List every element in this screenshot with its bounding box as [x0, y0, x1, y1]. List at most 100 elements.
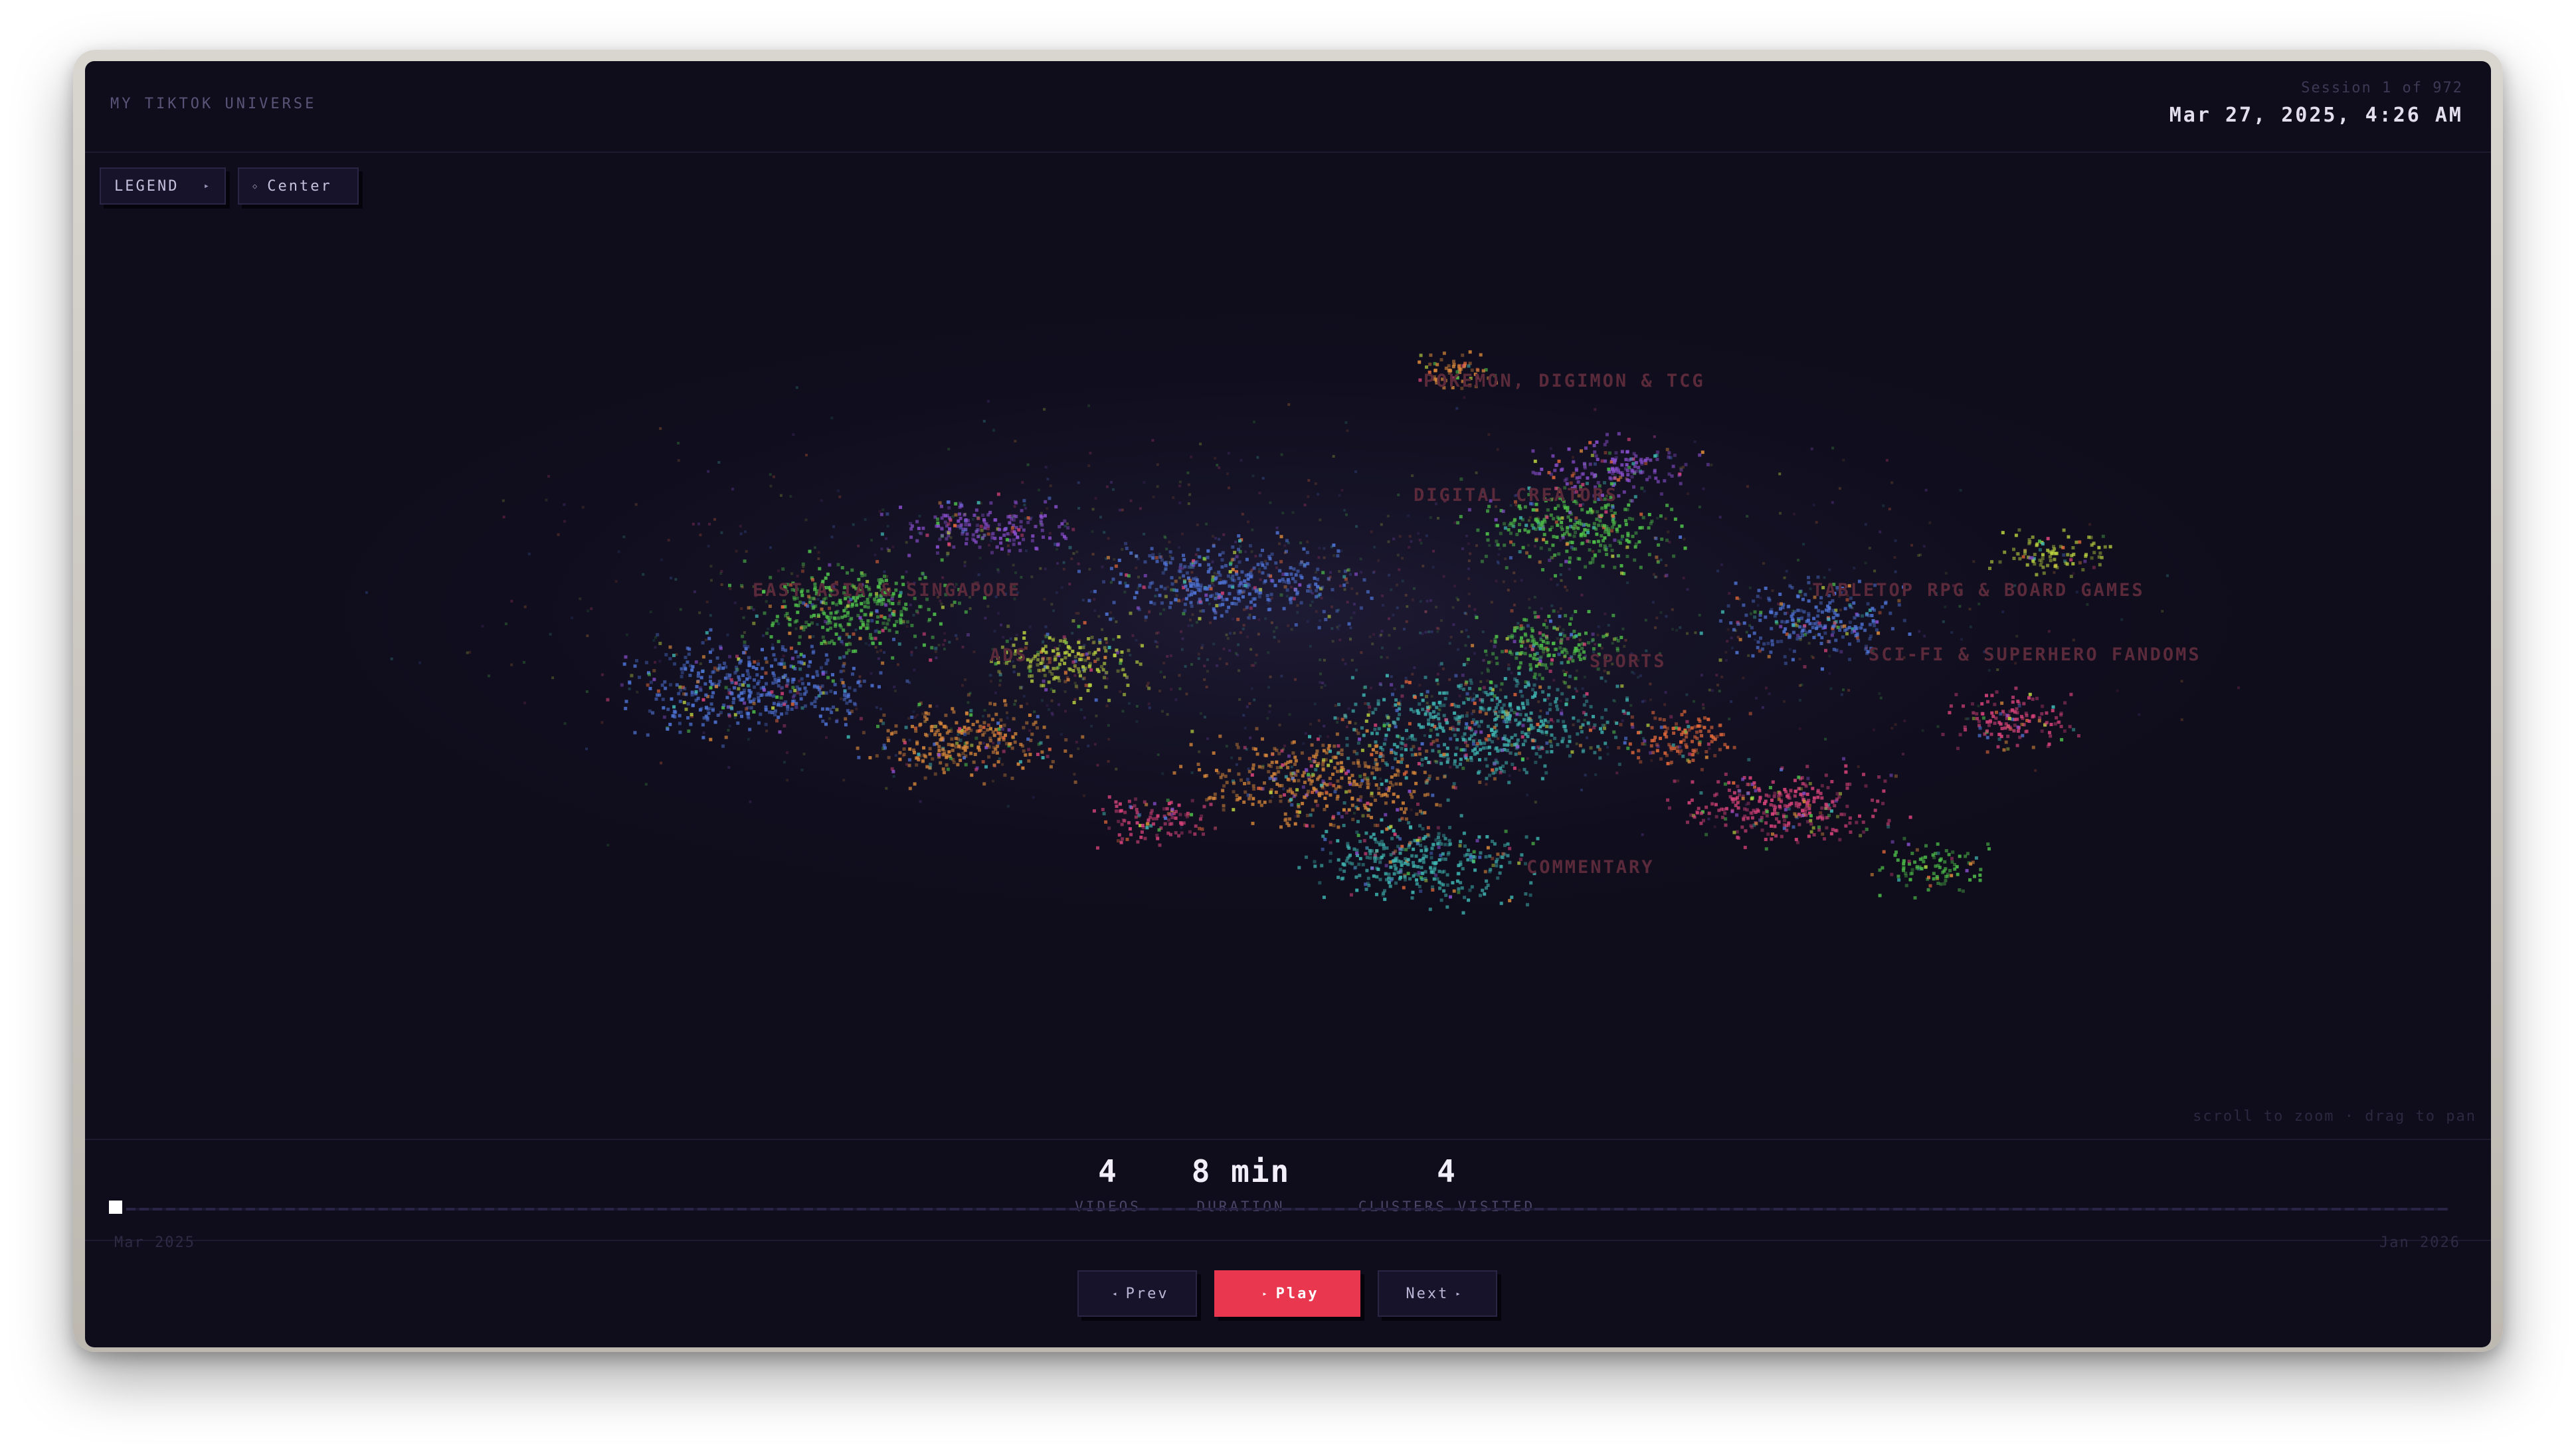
video-dot[interactable] [1585, 700, 1589, 703]
video-dot[interactable] [1378, 878, 1382, 882]
video-dot[interactable] [1551, 543, 1555, 547]
video-dot[interactable] [794, 706, 798, 710]
video-dot[interactable] [1574, 646, 1578, 650]
video-dot[interactable] [1699, 791, 1703, 795]
video-dot[interactable] [974, 736, 978, 740]
video-dot[interactable] [1396, 844, 1400, 848]
video-dot[interactable] [1238, 796, 1242, 800]
video-dot[interactable] [1374, 740, 1378, 744]
video-dot[interactable] [1580, 729, 1584, 733]
video-dot[interactable] [1054, 657, 1058, 661]
video-dot[interactable] [1824, 806, 1828, 810]
video-dot[interactable] [1117, 833, 1121, 837]
video-dot[interactable] [1412, 847, 1416, 851]
video-dot[interactable] [1985, 720, 1989, 724]
video-dot[interactable] [1291, 741, 1295, 745]
video-dot[interactable] [1833, 804, 1837, 808]
video-dot[interactable] [1313, 576, 1317, 580]
video-dot[interactable] [894, 730, 898, 734]
video-dot[interactable] [1473, 702, 1477, 706]
video-dot[interactable] [1017, 672, 1020, 676]
video-dot[interactable] [1000, 727, 1004, 731]
video-dot[interactable] [801, 562, 805, 566]
video-dot[interactable] [1117, 839, 1120, 843]
video-dot[interactable] [2016, 700, 2020, 704]
video-dot[interactable] [1376, 702, 1380, 706]
video-dot[interactable] [2041, 553, 2045, 557]
video-dot[interactable] [951, 743, 955, 747]
video-dot[interactable] [1902, 868, 1905, 872]
video-dot[interactable] [1833, 621, 1837, 625]
video-dot[interactable] [1289, 572, 1293, 576]
video-dot[interactable] [986, 724, 990, 727]
video-dot[interactable] [1714, 815, 1718, 819]
video-dot[interactable] [1459, 477, 1463, 481]
video-dot[interactable] [1390, 751, 1393, 755]
video-dot[interactable] [746, 645, 750, 649]
video-dot[interactable] [1461, 673, 1465, 677]
video-dot[interactable] [1857, 638, 1861, 642]
video-dot[interactable] [1924, 844, 1928, 848]
video-dot[interactable] [1221, 551, 1225, 555]
video-dot[interactable] [1936, 851, 1940, 855]
video-dot[interactable] [1412, 860, 1415, 864]
video-dot[interactable] [1853, 616, 1857, 620]
video-dot[interactable] [2090, 556, 2094, 560]
video-dot[interactable] [684, 667, 688, 671]
video-dot[interactable] [1506, 743, 1510, 747]
video-dot[interactable] [1820, 636, 1824, 640]
video-dot[interactable] [682, 700, 686, 704]
video-dot[interactable] [1311, 824, 1315, 828]
video-dot[interactable] [1155, 559, 1159, 563]
video-dot[interactable] [1548, 528, 1552, 532]
video-dot[interactable] [1389, 865, 1393, 869]
video-dot[interactable] [1825, 826, 1829, 830]
video-dot[interactable] [1596, 458, 1600, 461]
video-dot[interactable] [1488, 751, 1491, 755]
video-dot[interactable] [1673, 779, 1677, 783]
video-dot[interactable] [1461, 911, 1465, 915]
video-dot[interactable] [1710, 802, 1714, 806]
video-dot[interactable] [1604, 530, 1607, 534]
video-dot[interactable] [1387, 876, 1391, 880]
video-dot[interactable] [1058, 662, 1061, 666]
video-dot[interactable] [824, 662, 828, 666]
video-dot[interactable] [1461, 867, 1465, 871]
video-dot[interactable] [1138, 583, 1142, 587]
video-dot[interactable] [1277, 751, 1281, 755]
video-dot[interactable] [1888, 611, 1892, 615]
video-dot[interactable] [1390, 783, 1394, 787]
video-dot[interactable] [742, 650, 745, 654]
video-dot[interactable] [1355, 888, 1359, 892]
video-dot[interactable] [992, 733, 996, 737]
video-dot[interactable] [1758, 619, 1762, 623]
video-dot[interactable] [694, 690, 698, 694]
video-dot[interactable] [1309, 764, 1313, 768]
video-dot[interactable] [1796, 595, 1800, 599]
video-dot[interactable] [1182, 612, 1186, 616]
video-dot[interactable] [1528, 663, 1532, 667]
video-dot[interactable] [1164, 561, 1168, 565]
video-dot[interactable] [1503, 543, 1507, 547]
video-dot[interactable] [1782, 823, 1786, 827]
video-dot[interactable] [891, 602, 895, 605]
video-dot[interactable] [1118, 581, 1122, 585]
video-dot[interactable] [1423, 811, 1427, 815]
video-dot[interactable] [1350, 676, 1354, 680]
video-dot[interactable] [1063, 662, 1067, 666]
video-dot[interactable] [1597, 524, 1601, 528]
video-dot[interactable] [2044, 722, 2048, 726]
video-dot[interactable] [1764, 847, 1768, 851]
video-dot[interactable] [1848, 621, 1852, 625]
video-dot[interactable] [1760, 828, 1764, 832]
video-dot[interactable] [795, 619, 799, 623]
video-dot[interactable] [1313, 860, 1317, 864]
video-dot[interactable] [1812, 617, 1816, 621]
video-dot[interactable] [1314, 799, 1318, 803]
video-dot[interactable] [2031, 697, 2035, 701]
video-dot[interactable] [1798, 590, 1802, 594]
video-dot[interactable] [1805, 801, 1809, 805]
video-dot[interactable] [1235, 555, 1239, 559]
video-dot[interactable] [1578, 743, 1582, 747]
video-dot[interactable] [1375, 767, 1378, 771]
